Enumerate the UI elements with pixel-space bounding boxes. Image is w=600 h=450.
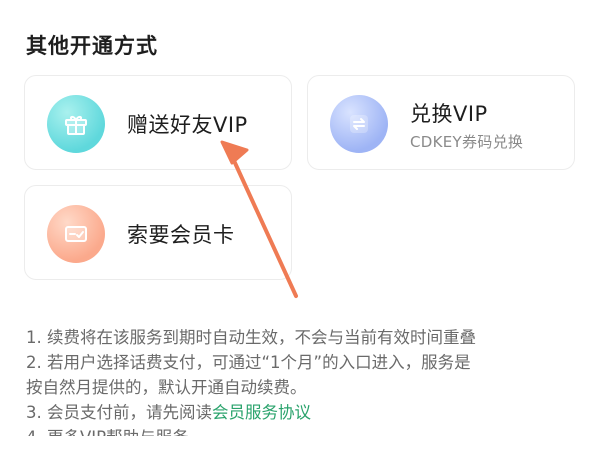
member-card-icon	[47, 205, 105, 263]
exchange-icon	[330, 95, 388, 153]
gift-vip-label: 赠送好友VIP	[127, 113, 248, 137]
request-member-card-label: 索要会员卡	[127, 223, 235, 247]
request-member-card[interactable]: 索要会员卡	[24, 185, 292, 280]
redeem-vip-card[interactable]: 兑换VIP CDKEY券码兑换	[307, 75, 575, 170]
gift-vip-card[interactable]: 赠送好友VIP	[24, 75, 292, 170]
note-line-3-prefix: 3. 会员支付前，请先阅读	[26, 403, 212, 422]
redeem-vip-label: 兑换VIP	[410, 102, 488, 126]
section-title: 其他开通方式	[26, 34, 158, 58]
service-notes: 1. 续费将在该服务到期时自动生效，不会与当前有效时间重叠 2. 若用户选择话费…	[26, 325, 581, 436]
gift-icon	[47, 95, 105, 153]
member-service-agreement-link[interactable]: 会员服务协议	[212, 403, 311, 422]
redeem-vip-sublabel: CDKEY券码兑换	[410, 133, 524, 151]
note-line-2b: 按自然月提供的，默认开通自动续费。	[26, 378, 307, 397]
note-line-1: 1. 续费将在该服务到期时自动生效，不会与当前有效时间重叠	[26, 328, 476, 347]
note-line-3: 3. 会员支付前，请先阅读会员服务协议	[26, 400, 581, 425]
note-line-2a: 2. 若用户选择话费支付，可通过“1个月”的入口进入，服务是	[26, 353, 471, 372]
note-line-4[interactable]: 4. 更多VIP帮助与服务	[26, 425, 581, 436]
